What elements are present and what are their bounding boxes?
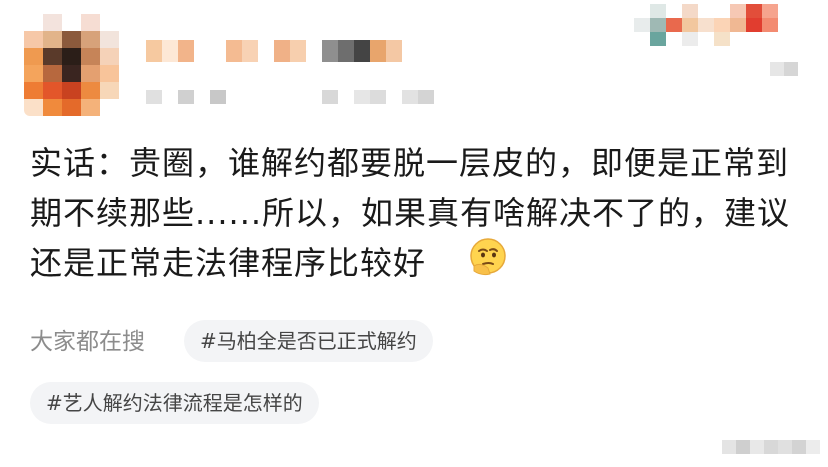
- post-body-text: 实话：贵圈，谁解约都要脱一层皮的，即便是正常到期不续那些......所以，如果真…: [30, 144, 791, 282]
- trending-search-label: 大家都在搜: [30, 329, 145, 355]
- username-blurred[interactable]: [146, 40, 402, 62]
- trending-search-chip[interactable]: #马柏全是否已正式解约: [184, 320, 433, 362]
- avatar[interactable]: [24, 14, 119, 116]
- post-meta-blurred: [146, 90, 434, 104]
- thinking-face-emoji: [470, 238, 506, 276]
- trending-search-chip[interactable]: #艺人解约法律流程是怎样的: [30, 382, 319, 424]
- watermark-blurred: [722, 440, 820, 454]
- more-options-blurred[interactable]: [770, 62, 798, 76]
- follow-area-blurred[interactable]: [634, 4, 794, 46]
